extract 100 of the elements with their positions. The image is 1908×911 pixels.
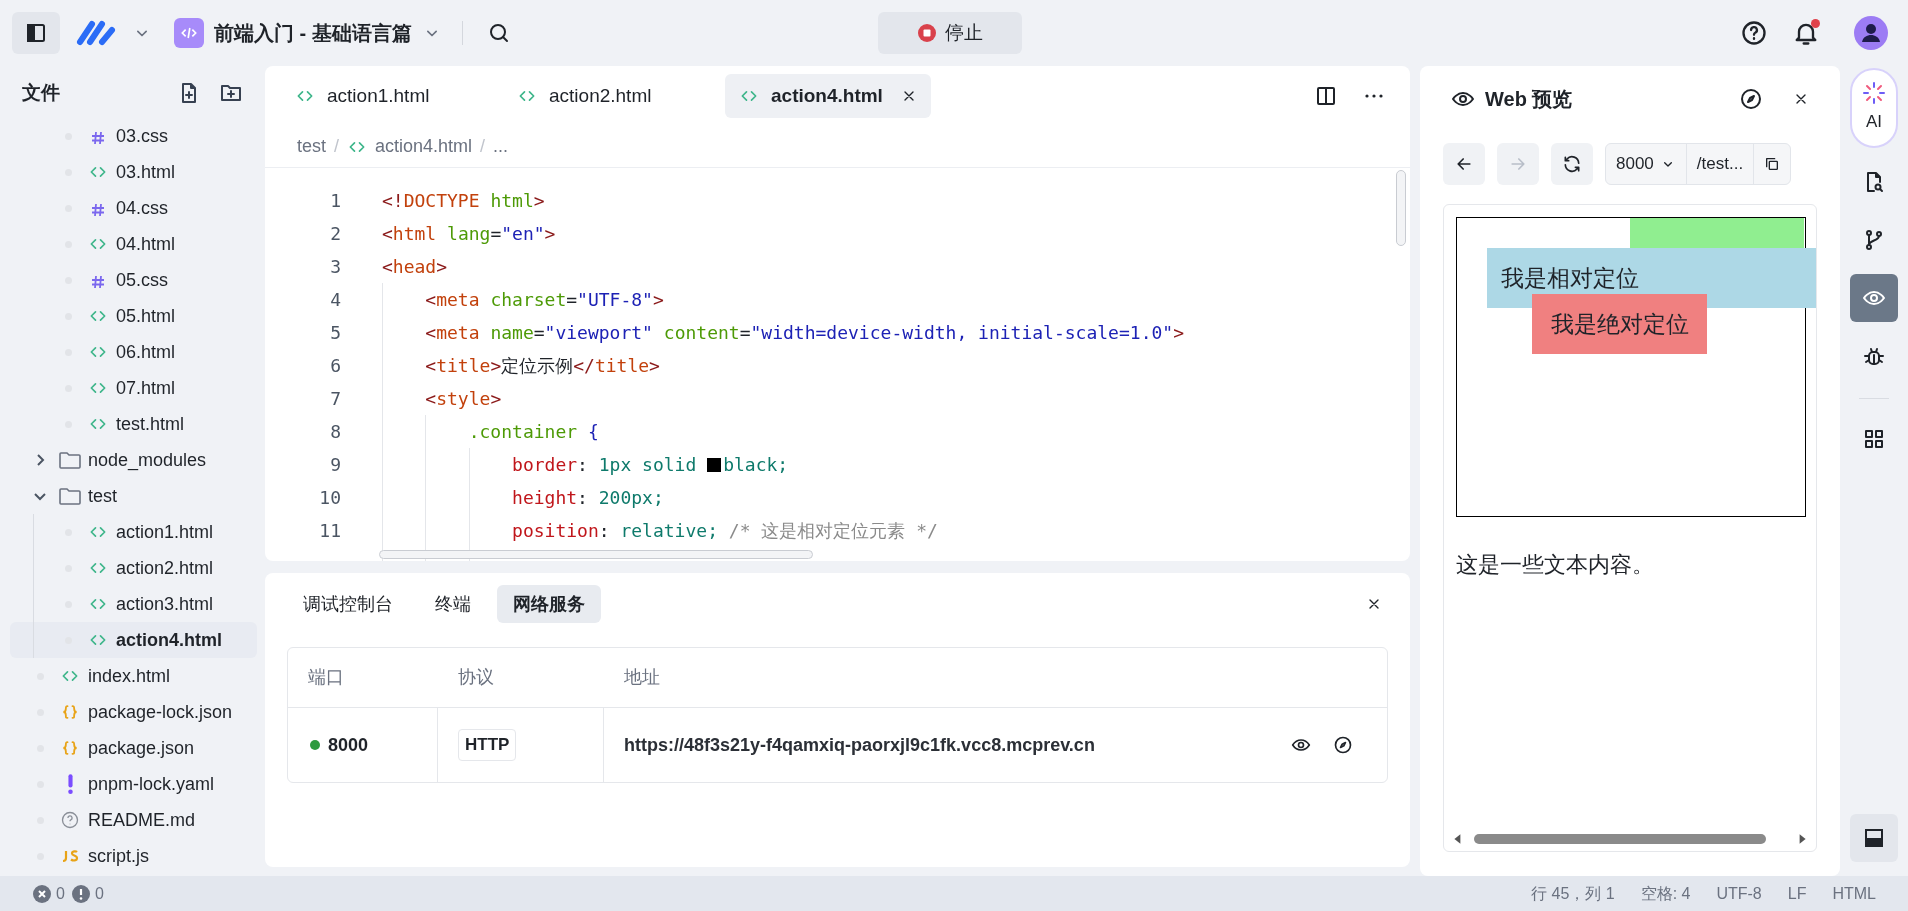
compass-icon [1739,87,1763,111]
panel-tab[interactable]: 调试控制台 [287,585,409,623]
compass-icon [1333,735,1353,755]
file-item[interactable]: action4.html [10,622,257,658]
file-item[interactable]: action2.html [10,550,257,586]
column-header: 地址 [623,666,661,689]
table-cell-text: https://48f3s21y-f4qamxiq-paorxjl9c1fk.vcc8.mcprev.cn [624,733,1095,757]
sidebar-toggle-button[interactable] [12,12,60,54]
ai-button[interactable]: AI [1850,68,1898,148]
line-number: 3 [329,255,341,279]
file-item[interactable]: index.html [10,658,257,694]
stop-button[interactable]: 停止 [878,12,1023,54]
scrollbar-thumb[interactable] [379,550,813,559]
file-item[interactable]: 03.css [10,118,257,154]
line-number: 9 [329,453,341,477]
table-cell-text: 8000 [328,733,369,757]
breadcrumb-item[interactable]: action4.html [375,133,473,160]
file-item[interactable]: action1.html [10,514,257,550]
panel-toggle-button[interactable] [1850,814,1898,862]
status-item[interactable]: 空格: 4 [1640,881,1691,906]
file-item[interactable]: 04.html [10,226,257,262]
line-number: 10 [318,486,341,510]
question-icon [60,810,80,830]
project-title[interactable]: 前端入门 - 基础语言篇 [214,18,412,48]
back-button[interactable] [1443,143,1485,185]
file-item[interactable]: script.js [10,838,257,874]
breadcrumb-item[interactable]: test [297,133,326,160]
scrollbar-thumb[interactable] [1474,834,1766,844]
line-number: 4 [329,288,341,312]
panel-tab[interactable]: 网络服务 [497,585,601,623]
js-icon [60,848,80,864]
scrollbar-thumb[interactable] [1396,170,1406,246]
file-item[interactable]: pnpm-lock.yaml [10,766,257,802]
code-line: <html lang="en"> [382,222,556,246]
editor-tab[interactable]: action4.html [725,74,931,118]
project-icon [174,18,204,48]
file-item[interactable]: 05.css [10,262,257,298]
file-item[interactable]: 05.html [10,298,257,334]
code-line: <title>定位示例</title> [424,354,660,378]
file-item[interactable]: test.html [10,406,257,442]
breadcrumb-item[interactable]: ... [493,133,509,160]
code-line: <meta name="viewport" content="width=device-width, initial-scale=1.0"> [424,321,1184,345]
sidebar-icon [24,21,48,45]
status-item[interactable]: LF [1787,881,1807,906]
line-number: 11 [318,519,341,543]
editor-tab[interactable]: action1.html [281,74,503,118]
code-line: <head> [382,255,448,279]
code-line: <!DOCTYPE html> [382,189,545,213]
file-item[interactable]: package.json [10,730,257,766]
column-header: 协议 [457,666,495,689]
line-number: 6 [329,354,341,378]
warning-icon [70,883,91,904]
refresh-button[interactable] [1551,143,1593,185]
column-header: 端口 [307,666,345,689]
avatar-icon[interactable] [1854,16,1888,50]
file-item[interactable]: 06.html [10,334,257,370]
breadcrumb-separator: / [480,135,486,158]
split-icon [1314,84,1338,108]
absolute-box: 我是绝对定位 [1532,294,1707,354]
error-count[interactable]: 0 [56,881,65,906]
code-line: border: 1px solid black; [511,453,789,477]
protocol-badge: HTTP [458,729,517,761]
exclamation-icon [67,774,73,794]
file-item[interactable]: README.md [10,802,257,838]
file-item[interactable]: 07.html [10,370,257,406]
braces-icon [60,738,80,758]
breadcrumb-separator: / [334,135,340,158]
warning-count[interactable]: 0 [94,881,104,906]
line-number: 5 [329,321,341,345]
editor-tab[interactable]: action2.html [503,74,725,118]
file-item[interactable]: test [10,478,257,514]
line-number: 1 [329,189,341,213]
line-number: 7 [329,387,341,411]
file-item[interactable]: package-lock.json [10,694,257,730]
port-select[interactable]: 8000 [1606,144,1687,184]
file-item[interactable]: node_modules [10,442,257,478]
paragraph: 这是一些文本内容。 [1456,551,1654,579]
code-line: <style> [424,387,502,411]
refresh-icon [1562,154,1582,174]
status-item[interactable]: 行 45，列 1 [1531,881,1615,906]
braces-icon [60,702,80,722]
code-line: height: 200px; [511,486,664,510]
line-number: 8 [329,420,341,444]
status-item[interactable]: UTF-8 [1716,881,1762,906]
code-line: position: relative; /* 这是相对定位元素 */ [511,519,938,543]
panel-title: Web 预览 [1485,87,1573,112]
copy-icon [1764,156,1781,172]
file-item[interactable]: 03.html [10,154,257,190]
line-number: 2 [329,222,341,246]
folder-icon [58,450,82,470]
url-path[interactable]: /test... [1686,144,1755,184]
eye-tool[interactable] [1850,274,1898,322]
help-icon [1740,19,1768,47]
code-line: .container { [467,420,599,444]
panel-tab[interactable]: 终端 [419,585,487,623]
stop-icon [917,23,938,43]
code-line: <meta charset="UTF-8"> [424,288,664,312]
sparkle-icon [1862,81,1886,106]
file-item[interactable]: 04.css [10,190,257,226]
status-item[interactable]: HTML [1832,881,1876,906]
